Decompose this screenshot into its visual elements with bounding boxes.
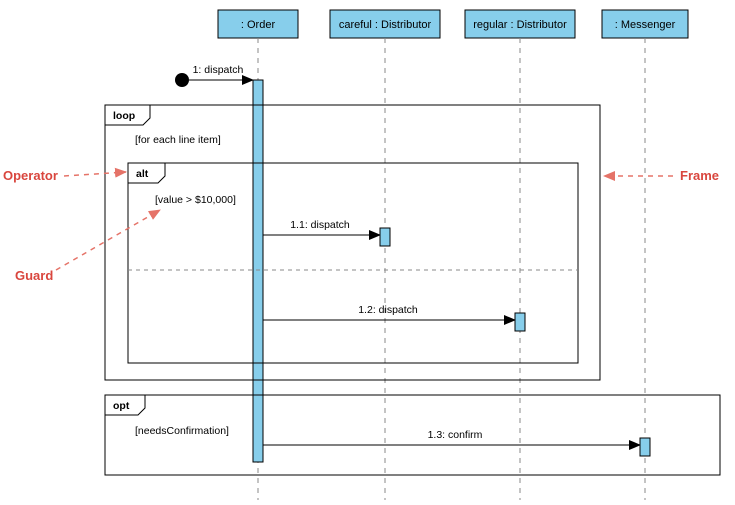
frame-alt: alt [value > $10,000] xyxy=(128,163,578,363)
lifeline-careful-label: careful : Distributor xyxy=(339,19,432,31)
message-dispatch-1-label: 1: dispatch xyxy=(193,64,244,76)
frame-opt-guard: [needsConfirmation] xyxy=(135,425,229,437)
frame-loop-operator: loop xyxy=(113,110,135,122)
activation-messenger xyxy=(640,438,650,456)
activation-order xyxy=(253,80,263,462)
message-dispatch-1-1-label: 1.1: dispatch xyxy=(290,219,350,231)
activation-regular xyxy=(515,313,525,331)
callout-guard-label: Guard xyxy=(15,268,53,283)
activation-careful xyxy=(380,228,390,246)
lifeline-messenger-label: : Messenger xyxy=(615,19,676,31)
frame-opt-operator: opt xyxy=(113,400,130,412)
lifeline-order: : Order xyxy=(218,10,298,38)
lifeline-careful: careful : Distributor xyxy=(330,10,440,38)
lifeline-order-label: : Order xyxy=(241,19,276,31)
frame-loop-guard: [for each line item] xyxy=(135,134,221,146)
message-confirm-1-3-label: 1.3: confirm xyxy=(428,429,483,441)
callout-operator-arrow xyxy=(64,172,126,176)
frame-opt: opt [needsConfirmation] xyxy=(105,395,720,475)
lifeline-regular: regular : Distributor xyxy=(465,10,575,38)
lifeline-messenger: : Messenger xyxy=(602,10,688,38)
callout-frame-label: Frame xyxy=(680,168,719,183)
callout-operator-label: Operator xyxy=(3,168,58,183)
lifeline-regular-label: regular : Distributor xyxy=(473,19,567,31)
found-message-start xyxy=(175,73,189,87)
frame-alt-guard: [value > $10,000] xyxy=(155,194,236,206)
message-dispatch-1-2-label: 1.2: dispatch xyxy=(358,304,418,316)
frame-alt-operator: alt xyxy=(136,168,149,180)
frame-loop: loop [for each line item] xyxy=(105,105,600,380)
callout-guard-arrow xyxy=(56,210,160,270)
